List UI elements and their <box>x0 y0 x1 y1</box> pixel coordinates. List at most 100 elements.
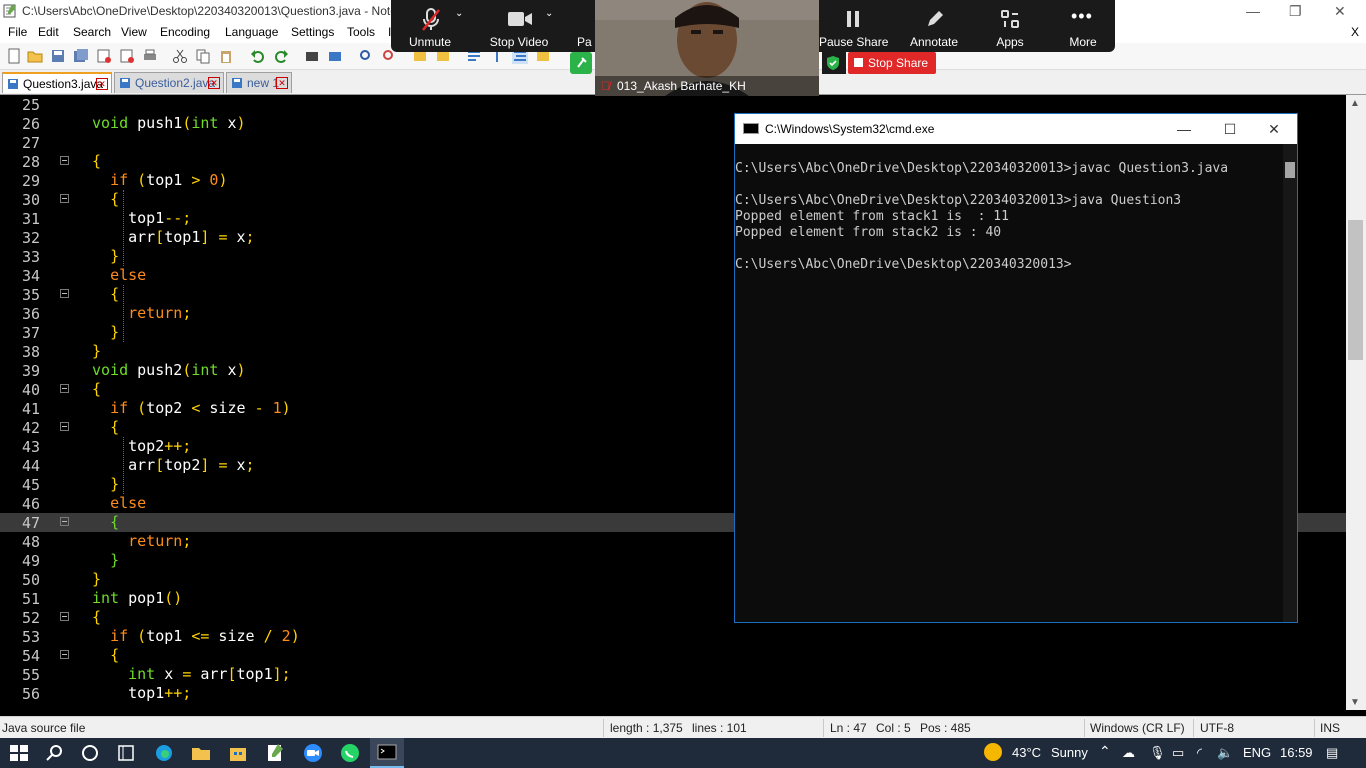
tab-close-icon[interactable]: ✕ <box>276 77 288 89</box>
code-text: } <box>92 247 119 265</box>
close-file-icon[interactable] <box>96 48 112 64</box>
zoom-app-icon[interactable] <box>302 743 324 763</box>
show-hidden-icons-chevron-icon[interactable]: ⌃ <box>1099 743 1111 760</box>
zoom-status-indicator[interactable] <box>570 52 592 74</box>
cmd-scrollbar[interactable] <box>1283 144 1297 622</box>
battery-icon[interactable]: ▭ <box>1172 745 1184 761</box>
replace-icon[interactable] <box>327 48 343 64</box>
edge-browser-icon[interactable] <box>153 743 175 763</box>
clock-time[interactable]: 16:59 <box>1280 745 1313 760</box>
cmd-close-button[interactable]: ✕ <box>1251 114 1297 144</box>
annotate-button[interactable]: Annotate <box>903 0 965 52</box>
editor-vertical-scrollbar[interactable] <box>1346 95 1366 710</box>
restore-button[interactable]: ❐ <box>1289 3 1302 20</box>
unmute-button[interactable]: ⌄ Unmute <box>399 0 463 52</box>
tab-close-icon[interactable]: ✕ <box>208 77 220 89</box>
fold-marker-icon[interactable] <box>60 517 69 526</box>
search-icon[interactable] <box>44 743 66 763</box>
fold-marker-icon[interactable] <box>60 156 69 165</box>
microphone-icon[interactable]: 🎙 <box>1149 745 1166 761</box>
scroll-down-arrow-icon[interactable]: ▼ <box>1350 697 1360 708</box>
menu-settings[interactable]: Settings <box>291 25 334 39</box>
tab-close-icon[interactable]: ✕ <box>96 78 108 90</box>
fold-marker-icon[interactable] <box>60 384 69 393</box>
code-line[interactable]: 54 { <box>0 646 1346 665</box>
apps-button[interactable]: Apps <box>987 0 1033 52</box>
notepad-plus-plus-taskbar-icon[interactable] <box>264 743 286 763</box>
video-options-chevron-icon[interactable]: ⌄ <box>545 8 553 19</box>
wifi-icon[interactable]: ◜ <box>1197 745 1202 761</box>
security-indicator[interactable] <box>822 52 846 74</box>
code-line[interactable]: 25 <box>0 95 1346 114</box>
cmd-minimize-button[interactable]: — <box>1161 114 1207 144</box>
weather-condition[interactable]: Sunny <box>1051 745 1088 760</box>
participants-button[interactable]: Pa <box>571 0 595 52</box>
menu-encoding[interactable]: Encoding <box>160 25 210 39</box>
cmd-maximize-button[interactable]: ☐ <box>1207 114 1253 144</box>
stop-share-button[interactable]: Stop Share <box>848 52 936 74</box>
fold-marker-icon[interactable] <box>60 612 69 621</box>
encoding[interactable]: UTF-8 <box>1200 721 1234 735</box>
fold-marker-icon[interactable] <box>60 289 69 298</box>
code-token: } <box>92 570 102 588</box>
close-document-button[interactable]: X <box>1351 25 1359 39</box>
cut-icon[interactable] <box>172 48 188 64</box>
windows-start-icon[interactable] <box>8 743 30 763</box>
sun-weather-icon[interactable] <box>984 743 1002 761</box>
more-button[interactable]: ••• More <box>1059 0 1107 52</box>
input-language[interactable]: ENG <box>1243 745 1271 760</box>
whatsapp-icon[interactable] <box>339 743 361 763</box>
cortana-icon[interactable] <box>79 743 101 763</box>
fold-marker-icon[interactable] <box>60 194 69 203</box>
menu-file[interactable]: File <box>8 25 27 39</box>
code-line[interactable]: 53 if (top1 <= size / 2) <box>0 627 1346 646</box>
menu-language[interactable]: Language <box>225 25 278 39</box>
code-line[interactable]: 56 top1++; <box>0 684 1346 703</box>
save-all-icon[interactable] <box>73 48 89 64</box>
notifications-icon[interactable]: ▤ <box>1326 745 1338 761</box>
cmd-output[interactable]: C:\Users\Abc\OneDrive\Desktop\2203403200… <box>735 144 1283 622</box>
menu-view[interactable]: View <box>121 25 147 39</box>
task-view-icon[interactable] <box>115 743 137 763</box>
fold-marker-icon[interactable] <box>60 422 69 431</box>
insert-mode[interactable]: INS <box>1320 721 1340 735</box>
find-icon[interactable] <box>304 48 320 64</box>
stop-video-button[interactable]: ⌄ Stop Video <box>481 0 557 52</box>
pause-share-button[interactable]: Pause Share <box>819 0 888 52</box>
eol-format[interactable]: Windows (CR LF) <box>1090 721 1185 735</box>
redo-icon[interactable] <box>273 48 289 64</box>
onedrive-cloud-icon[interactable]: ☁ <box>1122 745 1135 761</box>
close-button[interactable]: ✕ <box>1334 3 1346 20</box>
participant-video-tile[interactable]: 🎙̸ 013_Akash Barhate_KH <box>595 0 819 96</box>
tab-question2[interactable]: Question2.java ✕ <box>114 72 224 93</box>
cmd-taskbar-button[interactable] <box>370 738 404 768</box>
open-file-icon[interactable] <box>27 48 43 64</box>
fold-marker-icon[interactable] <box>60 650 69 659</box>
new-file-icon[interactable] <box>6 48 22 64</box>
cmd-scroll-thumb[interactable] <box>1285 162 1295 178</box>
minimize-button[interactable]: — <box>1246 3 1260 19</box>
print-icon[interactable] <box>142 48 158 64</box>
editor-scroll-thumb[interactable] <box>1348 220 1363 360</box>
undo-icon[interactable] <box>250 48 266 64</box>
menu-search[interactable]: Search <box>73 25 111 39</box>
menu-tools[interactable]: Tools <box>347 25 375 39</box>
save-icon[interactable] <box>50 48 66 64</box>
microsoft-store-icon[interactable] <box>227 743 249 763</box>
menu-edit[interactable]: Edit <box>38 25 59 39</box>
zoom-in-icon[interactable] <box>358 48 374 64</box>
tab-new-1[interactable]: new 1 ✕ <box>226 72 292 93</box>
stop-video-label: Stop Video <box>489 35 549 49</box>
speaker-volume-icon[interactable]: 🔈 <box>1217 745 1233 761</box>
cmd-window[interactable]: C:\Windows\System32\cmd.exe — ☐ ✕ C:\Use… <box>734 113 1298 623</box>
copy-icon[interactable] <box>195 48 211 64</box>
cmd-title-bar[interactable]: C:\Windows\System32\cmd.exe — ☐ ✕ <box>735 114 1297 144</box>
file-explorer-icon[interactable] <box>190 743 212 763</box>
close-all-icon[interactable] <box>119 48 135 64</box>
tab-question3[interactable]: Question3.java ✕ <box>2 72 112 93</box>
unmute-options-chevron-icon[interactable]: ⌄ <box>455 8 463 19</box>
scroll-up-arrow-icon[interactable]: ▲ <box>1350 98 1360 109</box>
weather-temperature[interactable]: 43°C <box>1012 745 1041 760</box>
code-line[interactable]: 55 int x = arr[top1]; <box>0 665 1346 684</box>
paste-icon[interactable] <box>218 48 234 64</box>
